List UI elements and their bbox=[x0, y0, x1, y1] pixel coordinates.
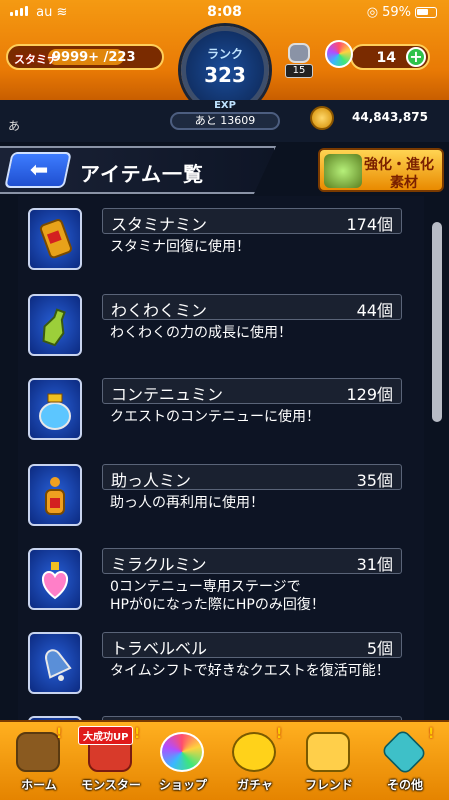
nav-friend[interactable]: フレンド bbox=[298, 728, 360, 798]
item-count: 5個 bbox=[366, 639, 393, 658]
item-count: 174個 bbox=[346, 215, 393, 234]
item-count: 129個 bbox=[346, 385, 393, 404]
home-icon bbox=[16, 732, 60, 772]
promo-badge: 大成功UP bbox=[78, 726, 134, 745]
item-list[interactable]: スタミナミン 174個 スタミナ回復に使用！ わくわくミン 44個 わくわくの力… bbox=[18, 196, 424, 720]
orb-counter: 14 + bbox=[350, 44, 430, 70]
item-icon-frame bbox=[28, 632, 82, 694]
gold-amount: 44,843,875 bbox=[352, 110, 428, 124]
battery-icon bbox=[415, 7, 437, 18]
list-item[interactable]: トラベルベル 5個 タイムシフトで好きなクエストを復活可能！ bbox=[18, 632, 410, 704]
list-item[interactable]: ミラクルミン 31個 0コンテニュー専用ステージで HPが0になった際にHPのみ… bbox=[18, 548, 410, 620]
item-description: クエストのコンテニューに使用！ bbox=[110, 409, 320, 425]
add-orb-button[interactable]: + bbox=[406, 47, 426, 67]
item-description: 助っ人の再利用に使用！ bbox=[110, 495, 264, 511]
item-name-box: トラベルベル 5個 bbox=[102, 632, 402, 658]
monster-face-icon bbox=[324, 154, 362, 188]
back-button[interactable]: ⬅ bbox=[4, 152, 72, 188]
item-name-box: コンテニュミン 129個 bbox=[102, 378, 402, 404]
item-name: トラベルベル bbox=[111, 639, 208, 658]
orb-count: 14 bbox=[376, 50, 396, 66]
item-description: タイムシフトで好きなクエストを復活可能！ bbox=[110, 663, 390, 679]
orientation-lock-icon: ◎ bbox=[366, 5, 379, 20]
battery-info: ◎ 59% bbox=[367, 5, 437, 20]
nav-label: その他 bbox=[386, 778, 423, 792]
list-item[interactable]: コンテニュミン 129個 クエストのコンテニューに使用！ bbox=[18, 378, 410, 450]
evo-button-line2: 素材 bbox=[390, 175, 418, 191]
heart-potion-icon bbox=[42, 562, 68, 600]
stamina-gauge[interactable]: スタミナ 9999+ /223 bbox=[6, 44, 164, 70]
orb-shop-icon bbox=[160, 732, 204, 772]
level-badge-number: 15 bbox=[285, 64, 313, 78]
gacha-icon bbox=[232, 732, 276, 772]
nav-shop[interactable]: ショップ bbox=[152, 728, 214, 798]
evo-button-line1: 強化・進化 bbox=[364, 157, 434, 173]
can-icon bbox=[39, 219, 72, 259]
item-icon-frame bbox=[28, 208, 82, 270]
item-name: ミラクルミン bbox=[111, 555, 207, 574]
back-arrow-icon: ⬅ bbox=[29, 158, 49, 183]
page-title: アイテム一覧 bbox=[80, 162, 204, 186]
vial-icon bbox=[45, 477, 65, 515]
battery-percent: 59% bbox=[382, 5, 411, 20]
item-icon-frame bbox=[28, 378, 82, 440]
item-name-box: 助っ人ミン 35個 bbox=[102, 464, 402, 490]
coin-icon bbox=[310, 106, 334, 130]
nav-label: ホーム bbox=[21, 778, 57, 792]
item-name: コンテニュミン bbox=[111, 385, 224, 404]
item-name: わくわくミン bbox=[111, 301, 208, 320]
item-name-box: わくわくミン 44個 bbox=[102, 294, 402, 320]
bottle-icon bbox=[42, 308, 66, 347]
alert-icon: ! bbox=[428, 726, 435, 742]
item-description: わくわくの力の成長に使用！ bbox=[110, 325, 292, 341]
item-description: 0コンテニュー専用ステージで HPが0になった際にHPのみ回復！ bbox=[110, 579, 325, 613]
item-count: 35個 bbox=[356, 471, 393, 490]
item-icon-frame bbox=[28, 548, 82, 610]
list-item[interactable]: 助っ人ミン 35個 助っ人の再利用に使用！ bbox=[18, 464, 410, 536]
item-name-box: スタミナミン 174個 bbox=[102, 208, 402, 234]
trophy-icon bbox=[288, 43, 310, 63]
item-description: スタミナ回復に使用！ bbox=[110, 239, 250, 255]
status-bar: au ≋ 8:08 ◎ 59% bbox=[0, 0, 449, 26]
input-indicator: あ bbox=[8, 119, 21, 133]
nav-label: モンスター bbox=[81, 778, 141, 792]
item-name: スタミナミン bbox=[111, 215, 208, 234]
item-count: 31個 bbox=[356, 555, 393, 574]
item-name-box: ミラクルミン 31個 bbox=[102, 548, 402, 574]
nav-label: ガチャ bbox=[237, 778, 273, 792]
stamina-value: 9999+ /223 bbox=[52, 50, 136, 65]
orb-icon bbox=[325, 40, 353, 68]
nav-label: フレンド bbox=[304, 778, 353, 792]
alert-icon: ! bbox=[276, 726, 283, 742]
alert-icon: ! bbox=[56, 726, 63, 742]
question-icon bbox=[380, 728, 428, 776]
rank-label: ランク bbox=[206, 47, 243, 61]
list-item[interactable]: スタミナミン 174個 スタミナ回復に使用！ bbox=[18, 208, 410, 280]
jar-icon bbox=[39, 393, 71, 430]
nav-label: ショップ bbox=[158, 778, 207, 792]
item-icon-frame bbox=[28, 294, 82, 356]
item-icon-frame bbox=[28, 464, 82, 526]
bell-icon bbox=[45, 649, 72, 681]
friend-icon bbox=[306, 732, 350, 772]
alert-icon: ! bbox=[134, 726, 141, 742]
rank-value: 323 bbox=[204, 63, 246, 87]
exp-remaining: あと 13609 bbox=[170, 112, 280, 130]
nav-other[interactable]: その他 bbox=[374, 728, 436, 798]
evolution-material-button[interactable]: 強化・進化 素材 bbox=[318, 148, 444, 192]
item-count: 44個 bbox=[356, 301, 393, 320]
scrollbar-thumb[interactable] bbox=[432, 222, 442, 422]
exp-label: EXP bbox=[214, 100, 236, 111]
list-item[interactable]: わくわくミン 44個 わくわくの力の成長に使用！ bbox=[18, 294, 410, 366]
item-name: 助っ人ミン bbox=[111, 471, 192, 490]
level-badge[interactable]: 15 bbox=[283, 42, 315, 78]
